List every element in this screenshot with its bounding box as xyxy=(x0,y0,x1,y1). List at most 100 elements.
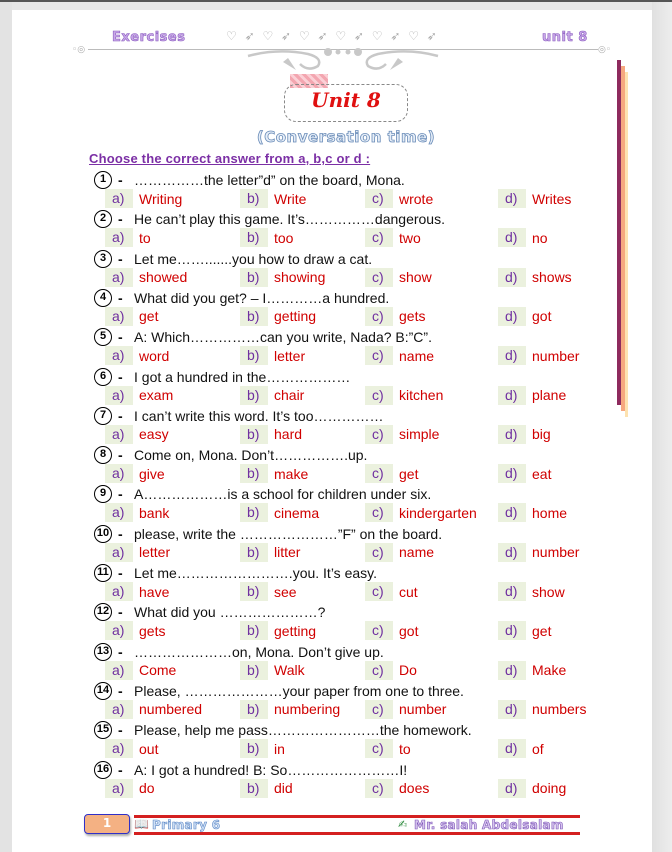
answer-option[interactable]: c) simple xyxy=(365,424,439,444)
option-letter: a) xyxy=(105,385,133,405)
answer-option[interactable]: a) letter xyxy=(105,542,171,562)
answer-option[interactable]: c) does xyxy=(365,778,429,798)
option-text: word xyxy=(139,347,170,364)
answer-option[interactable]: d) of xyxy=(498,739,544,759)
answer-option[interactable]: c) wrote xyxy=(365,189,433,208)
answer-option[interactable]: a) bank xyxy=(105,503,169,523)
answer-option[interactable]: b) showing xyxy=(240,267,325,287)
option-letter: d) xyxy=(498,306,526,326)
option-text: showed xyxy=(139,269,188,286)
answer-option[interactable]: c) to xyxy=(365,739,411,759)
answer-option[interactable]: b) chair xyxy=(240,385,305,405)
answer-option[interactable]: d) show xyxy=(498,582,565,601)
answer-option[interactable]: d) Make xyxy=(498,660,566,680)
answer-option[interactable]: d) doing xyxy=(498,778,567,798)
answer-option[interactable]: c) cut xyxy=(365,582,418,601)
answer-option[interactable]: b) Write xyxy=(240,189,306,208)
answer-option[interactable]: b) make xyxy=(240,464,308,484)
answer-option[interactable]: a) get xyxy=(105,306,158,326)
answer-options: a) do b) did c) does d) doing xyxy=(105,778,605,798)
answer-option[interactable]: d) shows xyxy=(498,267,572,287)
answer-option[interactable]: b) hard xyxy=(240,424,303,444)
answer-option[interactable]: c) number xyxy=(365,699,446,719)
option-letter: a) xyxy=(105,306,133,326)
answer-option[interactable]: a) exam xyxy=(105,385,173,405)
option-text: chair xyxy=(274,387,305,403)
answer-option[interactable]: c) gets xyxy=(365,306,425,326)
option-letter: a) xyxy=(105,189,133,208)
question-row: 1- ……………the letter”d” on the board, Mona. xyxy=(94,170,405,190)
answer-option[interactable]: d) number xyxy=(498,346,579,366)
answer-option[interactable]: d) home xyxy=(498,503,567,523)
answer-option[interactable]: a) do xyxy=(105,778,155,798)
answer-option[interactable]: b) letter xyxy=(240,346,305,366)
option-text: see xyxy=(274,583,297,600)
option-letter: d) xyxy=(498,582,526,601)
option-text: letter xyxy=(139,544,171,561)
answer-option[interactable]: d) got xyxy=(498,306,551,326)
option-text: out xyxy=(139,740,159,757)
answer-option[interactable]: b) litter xyxy=(240,542,300,562)
answer-option[interactable]: b) cinema xyxy=(240,503,320,523)
answer-option[interactable]: b) numbering xyxy=(240,699,340,719)
answer-option[interactable]: b) Walk xyxy=(240,660,305,680)
answer-option[interactable]: a) easy xyxy=(105,424,169,444)
answer-option[interactable]: d) plane xyxy=(498,385,566,405)
question-row: 7-I can’t write this word. It’s too…………… xyxy=(94,406,383,426)
answer-option[interactable]: a) Writing xyxy=(105,189,182,208)
answer-option[interactable]: d) get xyxy=(498,621,551,641)
header-unit-label: unit 8 xyxy=(542,30,588,46)
option-text: show xyxy=(532,583,565,600)
answer-option[interactable]: a) to xyxy=(105,228,151,248)
answer-option[interactable]: b) too xyxy=(240,228,293,248)
answer-option[interactable]: d) number xyxy=(498,542,580,562)
answer-option[interactable]: a) give xyxy=(105,464,165,484)
answer-option[interactable]: a) numbered xyxy=(105,699,202,719)
answer-option[interactable]: c) name xyxy=(365,542,434,562)
answer-option[interactable]: a) out xyxy=(105,739,159,759)
answer-option[interactable]: b) did xyxy=(240,778,293,798)
answer-option[interactable]: d) big xyxy=(498,424,551,444)
answer-option[interactable]: a) showed xyxy=(105,267,188,287)
answer-option[interactable]: c) two xyxy=(365,228,421,248)
answer-option[interactable]: d) Writes xyxy=(498,189,571,208)
answer-option[interactable]: a) word xyxy=(105,346,170,366)
option-text: Writes xyxy=(532,190,572,207)
option-text: cinema xyxy=(274,504,320,521)
option-text: kindergarten xyxy=(399,504,477,521)
option-text: number xyxy=(532,544,580,561)
option-letter: d) xyxy=(498,385,526,405)
option-text: doing xyxy=(532,780,567,796)
option-text: show xyxy=(399,269,432,286)
option-letter: d) xyxy=(498,621,526,641)
answer-option[interactable]: a) Come xyxy=(105,660,176,680)
option-letter: c) xyxy=(365,699,393,719)
answer-option[interactable]: c) got xyxy=(365,621,418,641)
question-row: 3- Let me…….......you how to draw a cat. xyxy=(94,249,372,269)
option-letter: b) xyxy=(240,424,268,444)
answer-option[interactable]: d) numbers xyxy=(498,699,586,719)
question-number: 3 xyxy=(94,249,112,268)
question-text: A………………is a school for children under si… xyxy=(134,486,432,503)
answer-option[interactable]: c) get xyxy=(365,464,418,484)
answer-option[interactable]: c) kitchen xyxy=(365,385,443,405)
question-dash: - xyxy=(118,486,123,503)
answer-option[interactable]: c) show xyxy=(365,267,432,287)
answer-option[interactable]: a) have xyxy=(105,582,169,601)
answer-option[interactable]: b) in xyxy=(240,739,285,759)
answer-option[interactable]: c) kindergarten xyxy=(365,503,477,523)
option-letter: a) xyxy=(105,621,133,641)
question-number: 15 xyxy=(94,721,112,740)
answer-option[interactable]: b) see xyxy=(240,582,297,601)
answer-option[interactable]: d) no xyxy=(498,228,548,248)
pen-icon: ✍ xyxy=(398,818,408,831)
answer-option[interactable]: b) getting xyxy=(240,306,316,326)
answer-option[interactable]: b) getting xyxy=(240,621,316,641)
question-number: 1 xyxy=(94,171,112,189)
answer-option[interactable]: c) Do xyxy=(365,660,417,680)
option-text: hard xyxy=(274,426,303,443)
option-text: shows xyxy=(532,269,572,286)
answer-option[interactable]: d) eat xyxy=(498,464,551,484)
answer-option[interactable]: c) name xyxy=(365,346,434,366)
answer-option[interactable]: a) gets xyxy=(105,621,165,641)
